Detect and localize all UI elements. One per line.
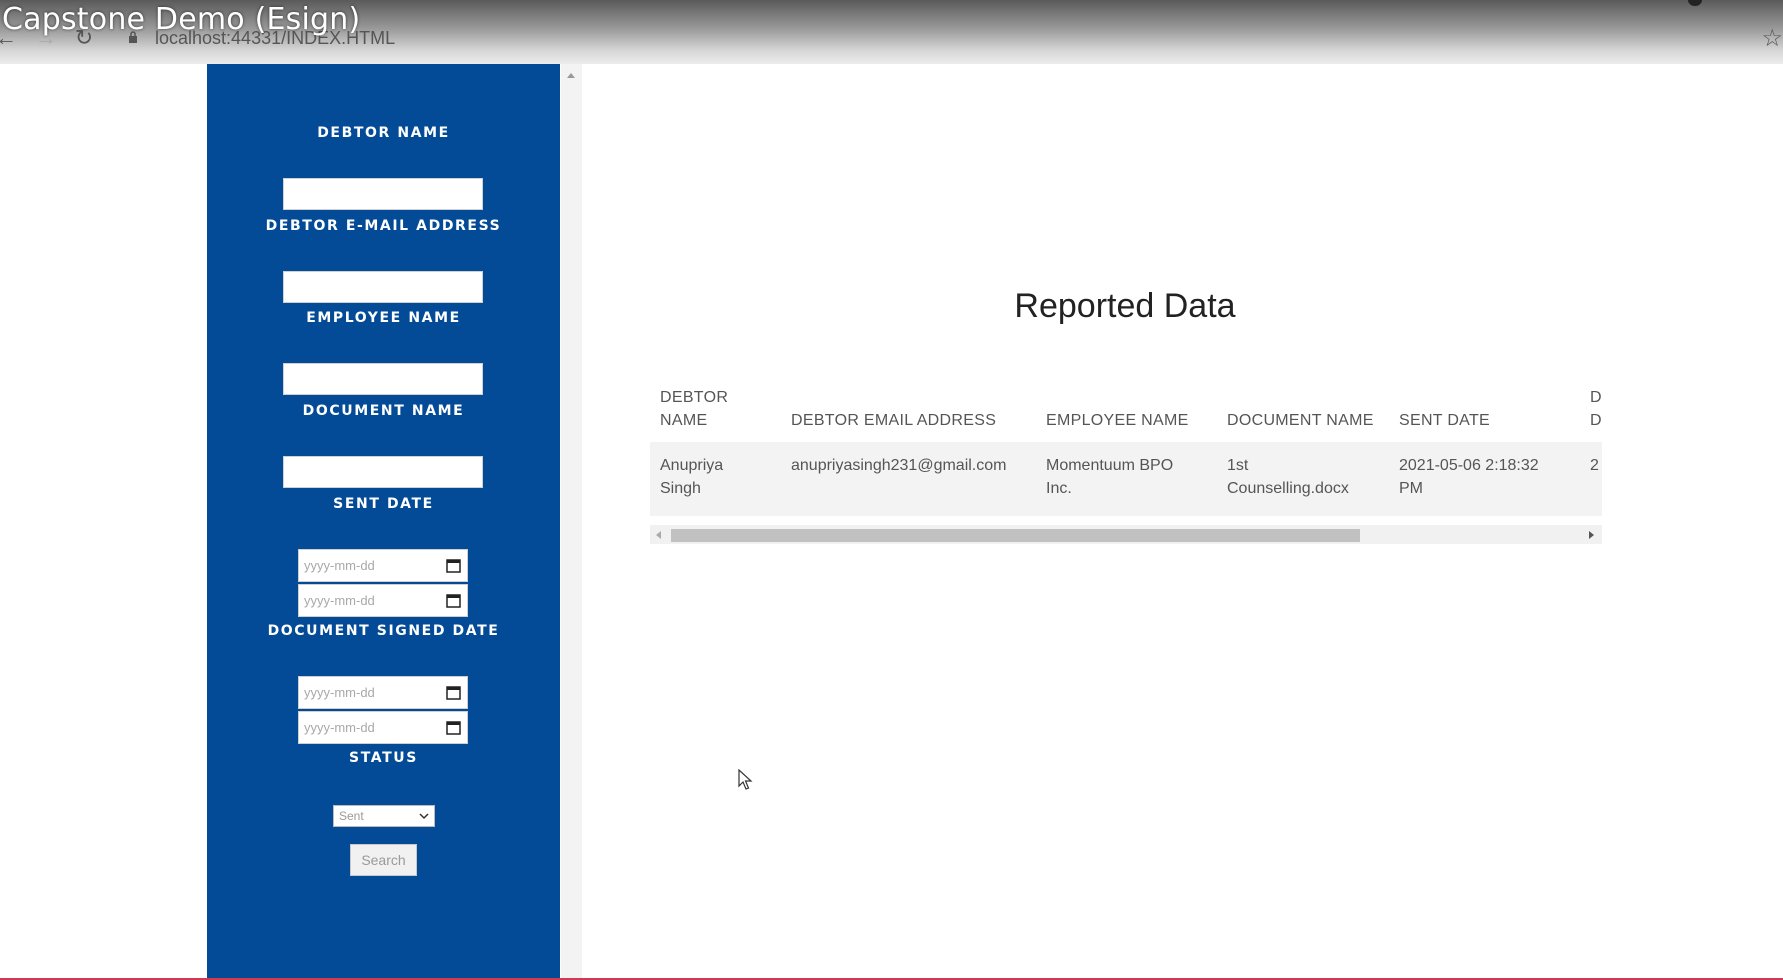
search-button[interactable]: Search	[350, 844, 417, 876]
table-cell: Momentuum BPO Inc.	[1046, 457, 1174, 497]
date-placeholder: yyyy-mm-dd	[304, 558, 375, 573]
table-horizontal-scrollbar[interactable]	[650, 525, 1602, 544]
page-scrollbar[interactable]	[561, 64, 582, 980]
calendar-icon[interactable]	[446, 720, 461, 735]
table-cell: 2	[1590, 457, 1599, 474]
table-cell: 2021-05-06 2:18:32 PM	[1399, 457, 1539, 497]
table-cell: anupriyasingh231@gmail.com	[791, 457, 1007, 474]
page-title: Reported Data	[1014, 287, 1236, 325]
column-header: EMPLOYEE NAME	[1046, 412, 1189, 429]
sent-date-label: SENT DATE	[333, 496, 434, 512]
status-select[interactable]: Sent	[333, 805, 435, 827]
sent-date-range: yyyy-mm-dd yyyy-mm-dd	[298, 549, 468, 619]
reported-data-table: DEBTOR NAME DEBTOR EMAIL ADDRESS EMPLOYE…	[650, 382, 1602, 550]
employee-name-label: EMPLOYEE NAME	[306, 310, 461, 326]
table-cell: 1st Counselling.docx	[1227, 457, 1349, 497]
calendar-icon[interactable]	[446, 593, 461, 608]
signed-date-to-input[interactable]: yyyy-mm-dd	[298, 711, 468, 744]
signed-date-range: yyyy-mm-dd yyyy-mm-dd	[298, 676, 468, 746]
date-placeholder: yyyy-mm-dd	[304, 720, 375, 735]
debtor-email-input[interactable]	[283, 271, 483, 303]
filter-sidebar: DEBTOR NAME DEBTOR E-MAIL ADDRESS EMPLOY…	[207, 64, 560, 980]
video-title: Capstone Demo (Esign)	[2, 2, 361, 37]
table-header-row: DEBTOR NAME DEBTOR EMAIL ADDRESS EMPLOYE…	[650, 382, 1602, 442]
scroll-right-arrow-icon[interactable]	[1589, 531, 1594, 539]
debtor-email-label: DEBTOR E-MAIL ADDRESS	[265, 218, 502, 234]
table-cell: Anupriya Singh	[660, 457, 724, 497]
calendar-icon[interactable]	[446, 685, 461, 700]
mouse-pointer-icon	[738, 769, 753, 790]
scroll-left-arrow-icon[interactable]	[656, 531, 661, 539]
column-header: DEBTOR EMAIL ADDRESS	[791, 412, 997, 429]
chevron-down-icon	[419, 813, 429, 820]
scroll-up-arrow-icon[interactable]	[567, 73, 575, 78]
column-header: DOCUMENT NAME	[1227, 412, 1374, 429]
scrollbar-thumb[interactable]	[671, 529, 1360, 542]
calendar-icon[interactable]	[446, 558, 461, 573]
date-placeholder: yyyy-mm-dd	[304, 685, 375, 700]
status-selected-value: Sent	[339, 809, 364, 823]
document-name-label: DOCUMENT NAME	[302, 403, 465, 419]
sent-date-to-input[interactable]: yyyy-mm-dd	[298, 584, 468, 617]
sent-date-from-input[interactable]: yyyy-mm-dd	[298, 549, 468, 582]
signed-date-from-input[interactable]: yyyy-mm-dd	[298, 676, 468, 709]
column-header: SENT DATE	[1399, 412, 1491, 429]
column-header: DEBTOR NAME	[660, 389, 729, 429]
document-name-input[interactable]	[283, 456, 483, 488]
star-icon[interactable]: ☆	[1761, 24, 1783, 53]
employee-name-input[interactable]	[283, 363, 483, 395]
profile-dot	[1688, 0, 1702, 6]
table-row[interactable]: Anupriya Singh anupriyasingh231@gmail.co…	[650, 442, 1602, 516]
signed-date-label: DOCUMENT SIGNED DATE	[267, 623, 500, 639]
column-header: D D	[1590, 389, 1602, 429]
status-label: STATUS	[349, 750, 418, 766]
debtor-name-input[interactable]	[283, 178, 483, 210]
date-placeholder: yyyy-mm-dd	[304, 593, 375, 608]
debtor-name-label: DEBTOR NAME	[317, 125, 450, 141]
